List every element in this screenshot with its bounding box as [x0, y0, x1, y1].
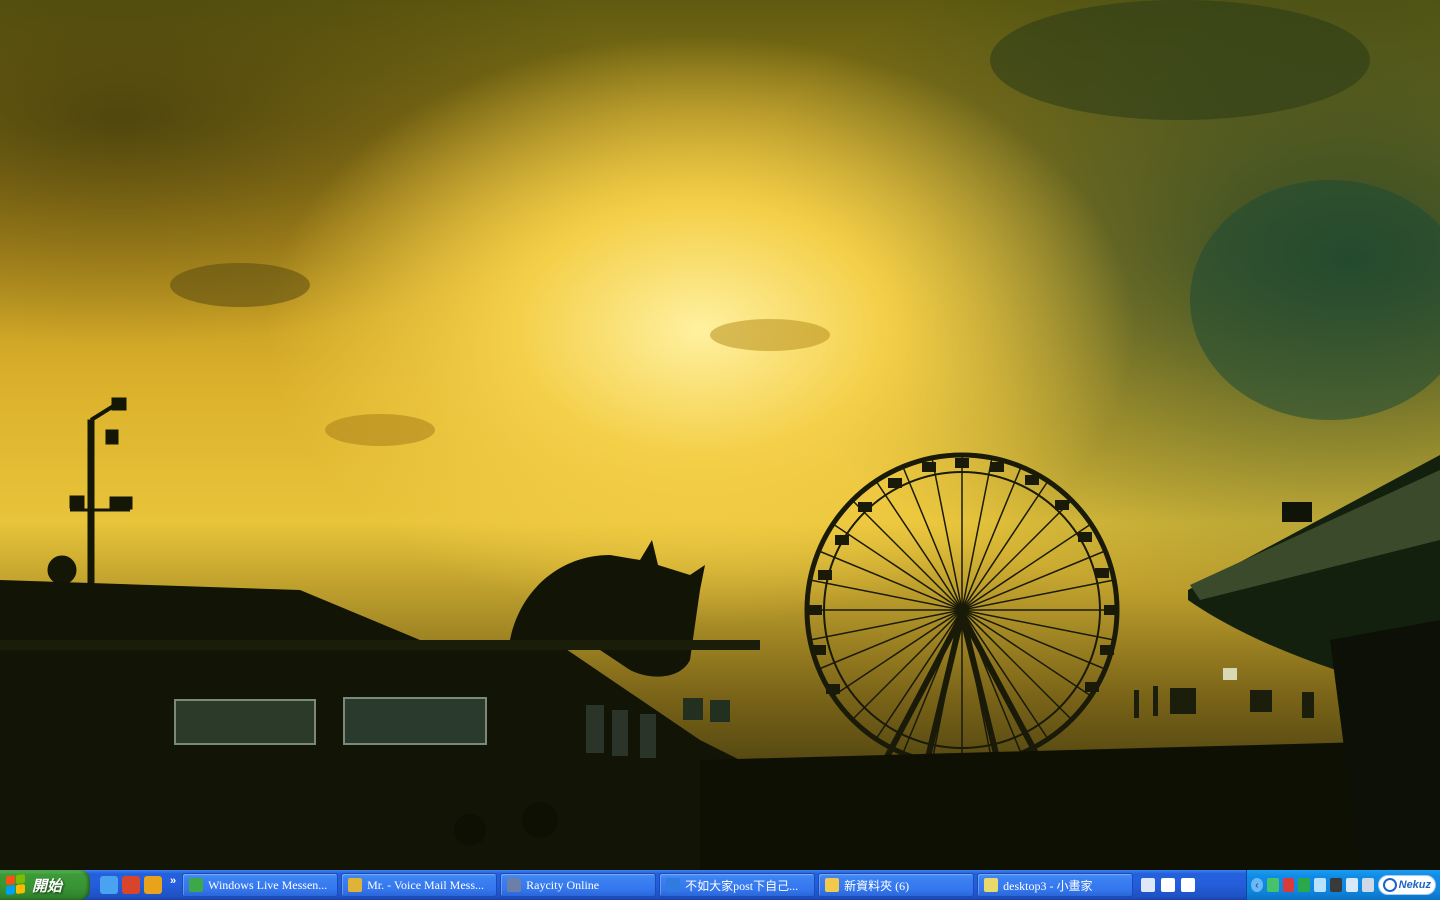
sync-icon[interactable]: [1314, 878, 1327, 892]
messenger-icon: [189, 878, 204, 892]
cloud-shapes: [170, 0, 1440, 446]
quick-launch-overflow-chevron[interactable]: »: [170, 870, 176, 887]
start-label: 開始: [32, 877, 63, 895]
windows-logo-icon: [6, 874, 26, 896]
help-icon[interactable]: [1161, 878, 1176, 892]
network-icon[interactable]: [1266, 878, 1279, 892]
voice-mail-icon: [348, 878, 363, 892]
input-method-icon[interactable]: [1181, 878, 1196, 892]
task-button-raycity-online[interactable]: Raycity Online: [500, 873, 657, 897]
task-button-label: Windows Live Messen...: [208, 877, 328, 892]
language-bar: [1141, 870, 1196, 900]
keyboard-icon[interactable]: [1141, 878, 1156, 892]
show-desktop-icon[interactable]: [100, 876, 118, 894]
task-button-label: Raycity Online: [526, 877, 600, 892]
internet-explorer-icon: [666, 878, 681, 892]
task-button-paint[interactable]: desktop3 - 小畫家: [977, 873, 1134, 897]
nekuz-mark-icon: [1382, 878, 1397, 892]
nekuz-logo[interactable]: Nekuz: [1377, 875, 1437, 895]
task-button-new-folder[interactable]: 新資料夾 (6): [818, 873, 975, 897]
task-button-label: desktop3 - 小畫家: [1003, 878, 1093, 893]
task-button-internet-explorer[interactable]: 不如大家post下自己...: [659, 873, 816, 897]
taskbar: 開始 » Windows Live Messen... Mr. - Voice …: [0, 870, 1440, 900]
browser-circle-icon[interactable]: [122, 876, 140, 894]
quick-launch-bar: »: [90, 870, 182, 900]
desktop-wallpaper: [0, 0, 1440, 870]
task-button-windows-live-messenger[interactable]: Windows Live Messen...: [182, 873, 339, 897]
light-pole: [47, 397, 133, 591]
raycity-icon: [507, 878, 522, 892]
task-buttons: Windows Live Messen... Mr. - Voice Mail …: [182, 870, 1134, 900]
tray-expand-arrow-icon[interactable]: ‹: [1251, 878, 1263, 892]
antivirus-icon[interactable]: [1298, 878, 1311, 892]
paint-icon: [984, 878, 999, 892]
task-button-voice-mail-messenger[interactable]: Mr. - Voice Mail Mess...: [341, 873, 498, 897]
system-tray: ‹ Nekuz: [1246, 870, 1440, 900]
nekuz-brand-text: Nekuz: [1398, 879, 1432, 891]
start-button[interactable]: 開始: [0, 870, 90, 900]
wallpaper-silhouettes: [0, 0, 1440, 870]
messenger-buddy-icon[interactable]: [144, 876, 162, 894]
task-button-label: 不如大家post下自己...: [685, 878, 799, 893]
shield-icon[interactable]: [1282, 878, 1295, 892]
monitor-icon[interactable]: [1330, 878, 1342, 892]
flags: [1134, 668, 1314, 718]
folder-icon: [825, 878, 840, 892]
task-button-label: 新資料夾 (6): [844, 878, 910, 893]
chart-icon[interactable]: [1345, 878, 1358, 892]
task-button-label: Mr. - Voice Mail Mess...: [367, 877, 485, 892]
ferris-wheel: [804, 452, 1120, 772]
speaker-icon[interactable]: [1361, 878, 1374, 892]
